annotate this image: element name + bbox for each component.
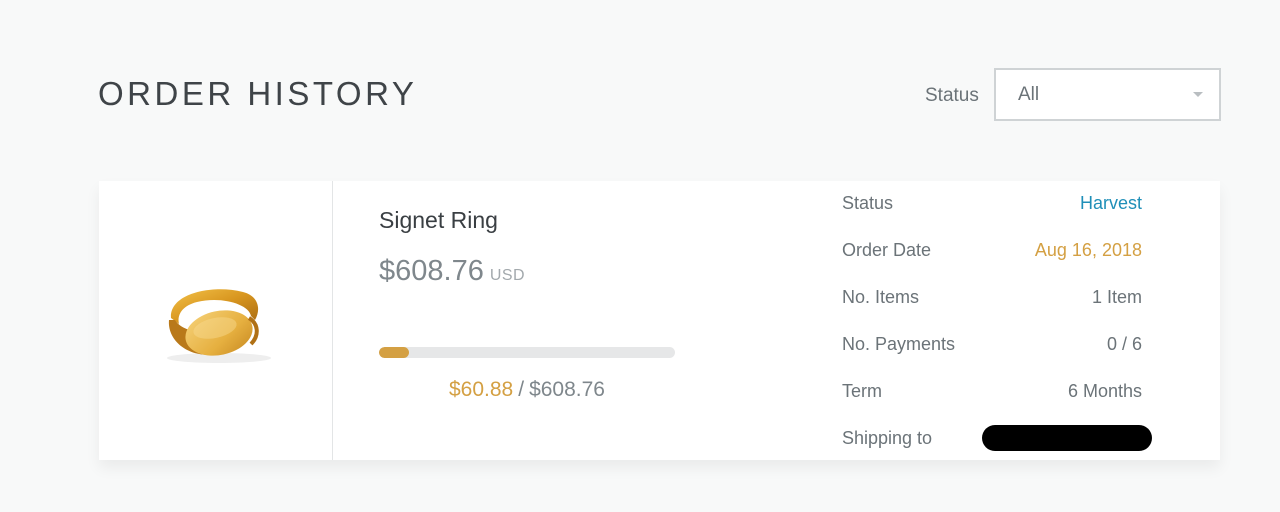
detail-label: Order Date — [842, 239, 932, 260]
total-amount: $608.76 — [529, 378, 605, 401]
order-history-page: ORDER HISTORY Status All Signet Ring $60… — [0, 0, 1280, 512]
product-image-container — [99, 181, 333, 460]
payment-progress-text: $60.88/$608.76 — [379, 378, 675, 402]
order-details: Status Harvest Order Date Aug 16, 2018 N… — [813, 181, 1220, 460]
status-value: Harvest — [1079, 192, 1142, 213]
detail-row-shipping: Shipping to — [842, 425, 1152, 451]
product-price: $608.76 — [379, 255, 484, 287]
detail-label: Term — [842, 380, 882, 401]
currency-label: USD — [489, 267, 526, 284]
status-filter-label: Status — [925, 85, 979, 106]
payment-progress-bar — [379, 347, 675, 358]
signet-ring-image — [166, 288, 271, 363]
paid-amount: $60.88 — [449, 378, 514, 401]
product-price-row: $608.76 USD — [379, 255, 525, 288]
detail-label: Shipping to — [842, 427, 933, 448]
payment-progress-fill — [379, 347, 409, 358]
items-value: 1 Item — [1091, 286, 1142, 307]
order-date-value: Aug 16, 2018 — [1034, 239, 1142, 260]
chevron-down-icon — [1193, 92, 1203, 97]
detail-row-status: Status Harvest — [842, 191, 1142, 215]
status-filter-dropdown[interactable]: All — [994, 68, 1221, 121]
order-card[interactable]: Signet Ring $608.76 USD $60.88/$608.76 St… — [99, 181, 1220, 460]
detail-label: Status — [842, 192, 894, 213]
detail-label: No. Payments — [842, 333, 956, 354]
redacted-address — [982, 425, 1152, 451]
status-filter-value: All — [1018, 83, 1040, 105]
amount-separator: / — [518, 378, 525, 401]
page-title: ORDER HISTORY — [98, 75, 418, 112]
detail-row-order-date: Order Date Aug 16, 2018 — [842, 238, 1142, 262]
detail-row-payments: No. Payments 0 / 6 — [842, 332, 1142, 356]
term-value: 6 Months — [1067, 380, 1142, 401]
detail-row-term: Term 6 Months — [842, 379, 1142, 403]
payments-value: 0 / 6 — [1106, 333, 1142, 354]
product-name[interactable]: Signet Ring — [379, 207, 498, 234]
product-summary: Signet Ring $608.76 USD $60.88/$608.76 — [333, 181, 813, 460]
detail-label: No. Items — [842, 286, 920, 307]
detail-row-items: No. Items 1 Item — [842, 285, 1142, 309]
